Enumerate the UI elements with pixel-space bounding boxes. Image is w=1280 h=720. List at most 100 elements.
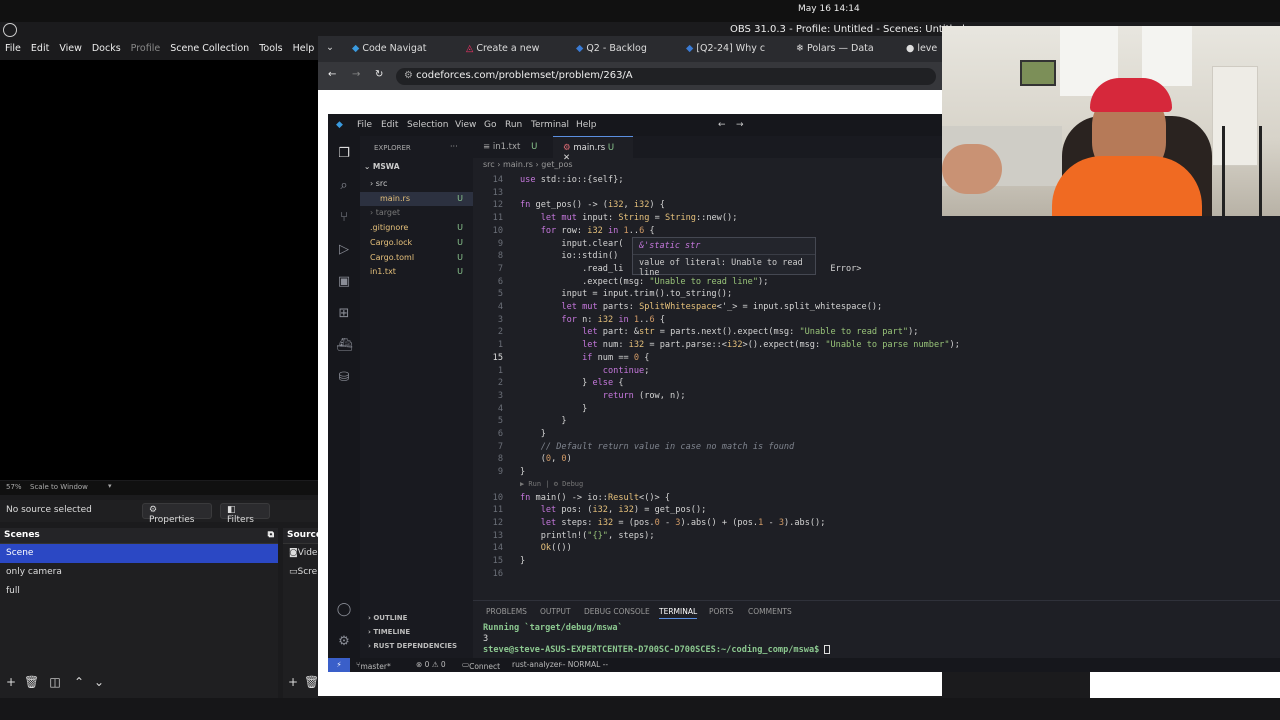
explorer-icon[interactable]: ❐ [336, 146, 352, 162]
git-status-badge: U [457, 267, 463, 277]
menu-view[interactable]: View [54, 42, 87, 58]
extensions-icon[interactable]: ⊞ [336, 306, 352, 322]
obs-preview[interactable] [0, 60, 318, 480]
menu-tools[interactable]: Tools [254, 42, 287, 58]
nav-forward-icon[interactable]: → [736, 120, 744, 130]
tab-problems[interactable]: PROBLEMS [486, 607, 527, 616]
editor-tab[interactable]: ≡ in1.txt U [473, 136, 551, 158]
move-up-button[interactable]: ⌃ [72, 676, 86, 690]
more-actions-icon[interactable]: ··· [450, 142, 458, 151]
project-root[interactable]: ⌄ MSWA [364, 162, 400, 171]
explorer-item[interactable]: › target [360, 206, 473, 220]
line-number: 5 [497, 416, 503, 427]
remove-source-button[interactable]: 🗑 [304, 676, 319, 690]
outline-section[interactable]: › OUTLINE [360, 612, 473, 626]
vs-menu-terminal[interactable]: Terminal [531, 120, 569, 130]
problems-indicator[interactable]: ⊗ 0 ⚠ 0 [416, 660, 446, 669]
vs-menu-help[interactable]: Help [576, 120, 597, 130]
explorer-sidebar: EXPLORER ··· ⌄ MSWA › src main.rs U › targe… [360, 136, 473, 658]
remove-scene-button[interactable]: 🗑 [24, 676, 39, 690]
run-debug-icon[interactable]: ▷ [336, 242, 352, 258]
timeline-section[interactable]: › TIMELINE [360, 626, 473, 640]
tab-label: Q2 - Backlog [586, 43, 647, 54]
connect-indicator[interactable]: ▭ Connect [462, 660, 500, 671]
scale-mode-select[interactable]: Scale to Window [30, 483, 88, 491]
menu-scene-collection[interactable]: Scene Collection [165, 42, 254, 58]
search-icon[interactable]: ⌕ [336, 178, 352, 194]
branch-indicator[interactable]: ⑂ master* [356, 660, 391, 671]
scene-filter-button[interactable]: ◫ [48, 676, 62, 690]
vs-menu-edit[interactable]: Edit [381, 120, 398, 130]
browser-tab[interactable]: ◆ Q2 - Backlog [570, 40, 678, 60]
tab-terminal[interactable]: TERMINAL [659, 607, 698, 619]
vs-menu-go[interactable]: Go [484, 120, 496, 130]
line-number: 13 [492, 530, 503, 541]
scene-item[interactable]: only camera [0, 563, 278, 582]
menu-help[interactable]: Help [288, 42, 320, 58]
browser-tab[interactable]: ● leve [900, 40, 942, 60]
site-info-icon[interactable]: ⚙ [404, 70, 416, 81]
lsp-indicator[interactable]: rust-analyzer [512, 660, 562, 669]
settings-gear-icon[interactable]: ⚙ [336, 634, 352, 650]
explorer-item[interactable]: Cargo.lock U [360, 236, 473, 250]
line-number: 7 [497, 263, 503, 274]
chevron-down-icon[interactable]: ▾ [108, 482, 112, 490]
vs-menu-view[interactable]: View [455, 120, 476, 130]
tab-debug-console[interactable]: DEBUG CONSOLE [584, 607, 650, 616]
tab-comments[interactable]: COMMENTS [748, 607, 792, 616]
menu-profile[interactable]: Profile [126, 42, 166, 58]
menu-file[interactable]: File [0, 42, 26, 58]
clock[interactable]: May 16 14:14 [798, 4, 860, 14]
terminal-prompt: steve@steve-ASUS-EXPERTCENTER-D700SC-D70… [483, 645, 831, 656]
remote-explorer-icon[interactable]: ▣ [336, 274, 352, 290]
back-icon[interactable]: ← [328, 69, 336, 80]
docker-icon[interactable]: ⛴ [336, 338, 353, 354]
nav-back-icon[interactable]: ← [718, 120, 726, 130]
forward-icon[interactable]: → [352, 69, 360, 80]
line-number: 4 [497, 403, 503, 414]
reload-icon[interactable]: ↻ [375, 69, 383, 80]
vs-menu-selection[interactable]: Selection [407, 120, 448, 130]
explorer-item[interactable]: Cargo.toml U [360, 251, 473, 265]
explorer-item[interactable]: .gitignore U [360, 221, 473, 235]
add-source-button[interactable]: + [286, 676, 300, 690]
tab-output[interactable]: OUTPUT [540, 607, 571, 616]
vs-menu-file[interactable]: File [357, 120, 372, 130]
code-line: } [520, 429, 546, 439]
browser-tab[interactable]: ◆ [Q2-24] Why c [680, 40, 788, 60]
remote-icon[interactable]: ⚡ [328, 658, 350, 672]
monitor-icon: ▭ [289, 567, 298, 577]
explorer-item[interactable]: › src [360, 177, 473, 191]
vs-menu-run[interactable]: Run [505, 120, 522, 130]
scene-item[interactable]: Scene [0, 544, 278, 563]
dock-menu-icon[interactable]: ⧉ [268, 530, 274, 540]
source-item[interactable]: ◙Vide [283, 544, 318, 563]
browser-tab[interactable]: ◆ Code Navigat [346, 40, 454, 60]
database-icon[interactable]: ⛁ [336, 370, 352, 386]
menu-edit[interactable]: Edit [26, 42, 54, 58]
tab-list-icon[interactable]: ⌄ [326, 42, 334, 53]
properties-button[interactable]: ⚙ Properties [142, 503, 212, 525]
explorer-item[interactable]: main.rs U [360, 191, 473, 206]
scene-item[interactable]: full [0, 582, 278, 601]
account-icon[interactable]: ◯ [336, 602, 352, 618]
rust-dependencies-section[interactable]: › RUST DEPENDENCIES [360, 640, 473, 654]
terminal-output[interactable]: Running `target/debug/mswa` 3 steve@stev… [483, 623, 831, 656]
move-down-button[interactable]: ⌄ [92, 676, 106, 690]
address-bar[interactable]: ⚙ codeforces.com/problemset/problem/263/… [396, 68, 936, 85]
hover-tooltip: &'static str value of literal: Unable to… [632, 237, 816, 278]
source-item[interactable]: ▭Scre [283, 563, 318, 582]
editor-tab-active[interactable]: ⚙ main.rs U ✕ [553, 136, 633, 163]
code-editor[interactable]: 14 use std::io::{self}; 13 12 fn get_pos() -… [473, 172, 1280, 579]
browser-tab[interactable]: ◬ Create a new [460, 40, 568, 60]
menu-docks[interactable]: Docks [87, 42, 126, 58]
source-toolbar: No source selected ⚙ Properties ◧ Filter… [0, 500, 318, 525]
tab-ports[interactable]: PORTS [709, 607, 733, 616]
source-control-icon[interactable]: ⑂ [336, 210, 352, 226]
add-scene-button[interactable]: + [4, 676, 18, 690]
browser-tab[interactable]: ❄ Polars — Data [790, 40, 898, 60]
filters-button[interactable]: ◧ Filters [220, 503, 270, 525]
explorer-item-label: in1.txt [370, 267, 396, 277]
explorer-item[interactable]: in1.txt U [360, 265, 473, 279]
codelens-run-debug[interactable]: ▶ Run | ⚙ Debug [520, 480, 583, 488]
